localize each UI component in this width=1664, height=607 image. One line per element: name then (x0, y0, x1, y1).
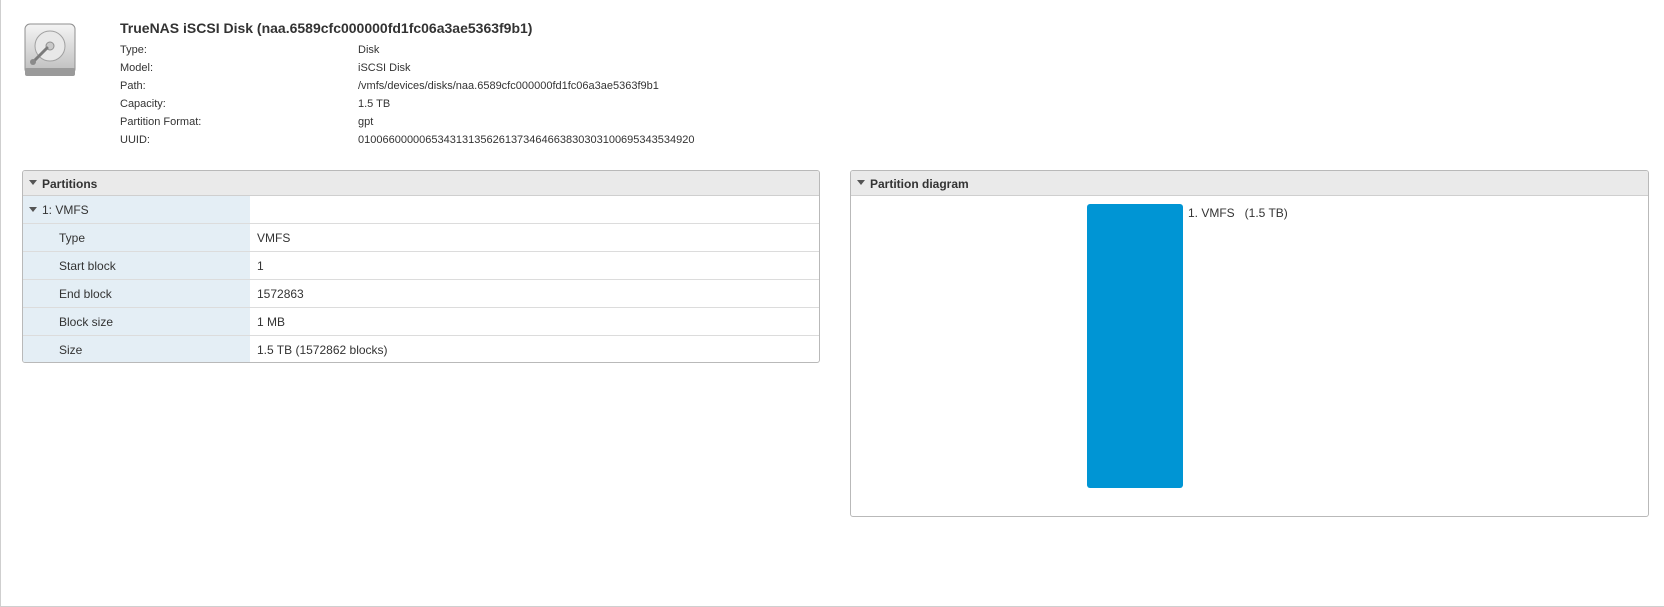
row-label: Start block (59, 258, 116, 273)
row-label: Size (59, 342, 83, 357)
partition-group-label: 1: VMFS (42, 202, 89, 217)
table-row: Size 1.5 TB (1572862 blocks) (23, 335, 819, 362)
collapse-caret-icon[interactable] (29, 180, 37, 186)
property-value: iSCSI Disk (358, 62, 411, 74)
partitions-table: 1: VMFS Type VMFS Start block 1 End bloc… (23, 196, 819, 362)
partition-diagram-panel-header[interactable]: Partition diagram (851, 171, 1648, 196)
partition-group-row[interactable]: 1: VMFS (23, 196, 819, 224)
collapse-caret-icon[interactable] (857, 180, 865, 186)
table-row: End block 1572863 (23, 279, 819, 308)
property-label: UUID: (120, 134, 150, 146)
hard-disk-icon (23, 22, 79, 80)
row-value: 1572863 (250, 279, 819, 308)
property-label: Path: (120, 80, 146, 92)
property-label: Capacity: (120, 98, 166, 110)
property-value: 0100660000065343131356261373464663830303… (358, 134, 695, 146)
property-value: Disk (358, 44, 380, 56)
row-label: Type (59, 230, 86, 245)
row-label: Block size (59, 314, 114, 329)
partition-bar-vmfs (1087, 204, 1183, 488)
partition-diagram-panel: Partition diagram 1. VMFS (1.5 TB) (850, 170, 1649, 517)
row-value: 1 (250, 251, 819, 280)
partition-bar-label: 1. VMFS (1.5 TB) (1188, 206, 1288, 220)
disk-title: TrueNAS iSCSI Disk (naa.6589cfc000000fd1… (120, 20, 533, 36)
property-value: /vmfs/devices/disks/naa.6589cfc000000fd1… (358, 80, 659, 92)
panel-title: Partitions (42, 176, 98, 191)
table-row: Block size 1 MB (23, 307, 819, 336)
expand-caret-icon[interactable] (29, 206, 37, 212)
property-label: Model: (120, 62, 154, 74)
table-row: Start block 1 (23, 251, 819, 280)
row-value: VMFS (250, 223, 819, 252)
table-row: Type VMFS (23, 223, 819, 252)
property-label: Partition Format: (120, 116, 202, 128)
partitions-panel-header[interactable]: Partitions (23, 171, 819, 196)
property-value: gpt (358, 116, 374, 128)
row-value: 1 MB (250, 307, 819, 336)
property-value: 1.5 TB (358, 98, 391, 110)
partitions-panel: Partitions 1: VMFS Type VMFS Start block… (22, 170, 820, 363)
row-label: End block (59, 286, 112, 301)
panel-title: Partition diagram (870, 176, 969, 191)
row-value: 1.5 TB (1572862 blocks) (257, 342, 388, 357)
property-label: Type: (120, 44, 147, 56)
